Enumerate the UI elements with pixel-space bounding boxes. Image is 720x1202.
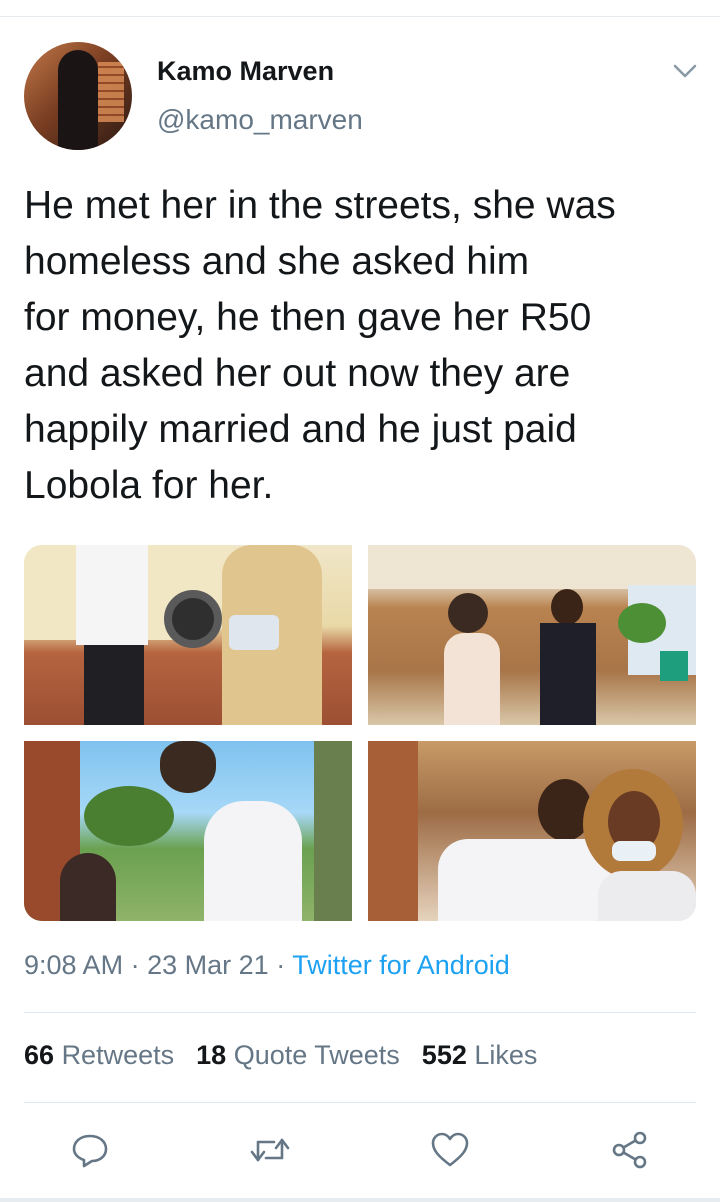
retweet-icon xyxy=(250,1138,290,1162)
share-button[interactable] xyxy=(608,1128,652,1172)
reply-button[interactable] xyxy=(68,1128,112,1172)
station-roof xyxy=(368,545,696,589)
woman-top xyxy=(598,871,696,921)
quotes-count: 18 xyxy=(196,1040,227,1070)
retweets-stat[interactable]: 66 Retweets xyxy=(24,1040,174,1070)
meta-separator: · xyxy=(130,950,140,980)
tweet-photo-4[interactable] xyxy=(368,741,696,921)
tweet-meta: 9:08 AM · 23 Mar 21 · Twitter for Androi… xyxy=(24,950,510,981)
engagement-stats: 66 Retweets 18 Quote Tweets 552 Likes xyxy=(24,1040,537,1071)
tree xyxy=(618,603,666,643)
tweet-photo-2[interactable] xyxy=(368,545,696,725)
tweet-photo-3[interactable] xyxy=(24,741,352,921)
tweet-photo-1[interactable] xyxy=(24,545,352,725)
chevron-down-icon[interactable] xyxy=(672,62,698,80)
likes-count: 552 xyxy=(421,1040,467,1070)
tweet-text: He met her in the streets, she was homel… xyxy=(24,184,616,507)
tree xyxy=(84,786,174,846)
reply-icon xyxy=(72,1134,108,1168)
divider xyxy=(24,1102,696,1103)
tweet-date: 23 Mar 21 xyxy=(147,950,269,980)
likes-stat[interactable]: 552 Likes xyxy=(422,1040,538,1070)
retweet-button[interactable] xyxy=(248,1128,292,1172)
heart-icon xyxy=(431,1132,469,1167)
man-head xyxy=(551,589,583,625)
share-icon xyxy=(612,1131,647,1169)
money-bag xyxy=(229,615,279,650)
woman-outfit xyxy=(444,633,500,725)
woman-hair xyxy=(160,741,216,793)
green-sign xyxy=(660,651,688,681)
avatar-figure xyxy=(58,50,98,150)
quotes-label: Quote Tweets xyxy=(233,1040,400,1070)
avatar-background xyxy=(98,62,124,122)
woman-head xyxy=(448,593,488,633)
author-handle[interactable]: @kamo_marven xyxy=(157,104,363,136)
like-button[interactable] xyxy=(428,1128,472,1172)
man-kneeling xyxy=(60,853,116,921)
quotes-stat[interactable]: 18 Quote Tweets xyxy=(196,1040,400,1070)
tweet-source-link[interactable]: Twitter for Android xyxy=(292,950,510,980)
building-wall xyxy=(368,741,418,921)
tweet-time: 9:08 AM xyxy=(24,950,124,980)
retweets-label: Retweets xyxy=(61,1040,175,1070)
avatar[interactable] xyxy=(24,42,132,150)
meta-separator: · xyxy=(276,950,286,980)
white-dress xyxy=(204,801,302,921)
retweets-count: 66 xyxy=(24,1040,55,1070)
tree-trunk xyxy=(314,741,352,921)
top-divider xyxy=(0,16,720,17)
likes-label: Likes xyxy=(474,1040,538,1070)
divider xyxy=(24,1012,696,1013)
man-trousers xyxy=(84,645,144,725)
author-name[interactable]: Kamo Marven xyxy=(157,56,334,87)
bottom-divider xyxy=(0,1198,720,1202)
car-wheel xyxy=(164,590,222,648)
face-mask xyxy=(612,841,656,861)
man-suit xyxy=(540,623,596,725)
man-shirt xyxy=(76,545,148,645)
